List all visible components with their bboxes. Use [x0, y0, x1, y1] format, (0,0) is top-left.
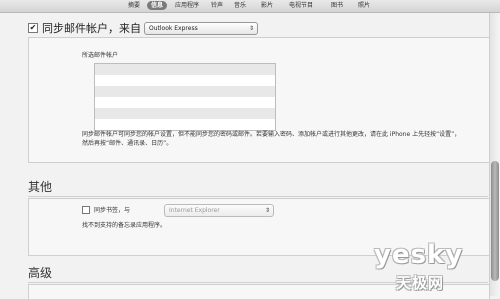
tab-summary[interactable]: 摘要: [124, 0, 144, 11]
accounts-list[interactable]: [94, 63, 276, 131]
sync-bookmarks-checkbox[interactable]: [82, 205, 90, 214]
divider: [28, 196, 488, 197]
tab-apps[interactable]: 应用程序: [172, 0, 202, 11]
list-item[interactable]: [95, 64, 275, 75]
mail-sync-description: 同步邮件帐户可同步您的帐户设置，但不能同步您的密码或邮件。若要输入密码、添加帐户…: [82, 131, 461, 147]
browser-select-value: Internet Explorer: [169, 207, 220, 214]
tab-photos[interactable]: 照片: [354, 0, 374, 11]
notes-unsupported-text: 找不到支持的备忘录应用程序。: [82, 222, 167, 229]
sync-mail-checkbox[interactable]: ✔: [28, 23, 38, 33]
other-section-title: 其他: [28, 180, 53, 194]
list-item[interactable]: [95, 86, 275, 97]
select-arrows-icon: ⇕: [264, 207, 270, 214]
mail-source-value: Outlook Express: [149, 25, 198, 32]
sync-mail-title: 同步邮件帐户，来自: [42, 22, 141, 35]
select-arrows-icon: ⇕: [248, 25, 254, 32]
tab-ringtones[interactable]: 铃声: [207, 0, 227, 11]
tab-bar: 摘要 信息 应用程序 铃声 音乐 影片 电视节目 图书 照片: [0, 0, 500, 13]
scrollbar-thumb[interactable]: [491, 161, 499, 281]
sync-bookmarks-row: 同步书签，与: [82, 205, 130, 214]
advanced-section-title: 高级: [28, 266, 53, 280]
list-item[interactable]: [95, 75, 275, 86]
tab-tv-shows[interactable]: 电视节目: [281, 0, 321, 11]
tab-music[interactable]: 音乐: [230, 0, 250, 11]
mail-source-select[interactable]: Outlook Express ⇕: [144, 22, 258, 35]
tab-movies[interactable]: 影片: [257, 0, 277, 11]
vertical-scrollbar[interactable]: [489, 13, 500, 296]
list-item[interactable]: [95, 97, 275, 108]
sync-bookmarks-label: 同步书签，与: [94, 207, 131, 214]
sync-mail-header: ✔ 同步邮件帐户，来自: [28, 20, 141, 36]
list-item[interactable]: [95, 119, 275, 130]
tab-books[interactable]: 图书: [327, 0, 347, 11]
browser-select[interactable]: Internet Explorer ⇕: [164, 204, 274, 217]
list-item[interactable]: [95, 108, 275, 119]
advanced-panel: [28, 284, 490, 299]
selected-accounts-label: 所选邮件帐户: [82, 52, 119, 59]
tab-info[interactable]: 信息: [147, 1, 167, 10]
divider: [28, 282, 488, 283]
